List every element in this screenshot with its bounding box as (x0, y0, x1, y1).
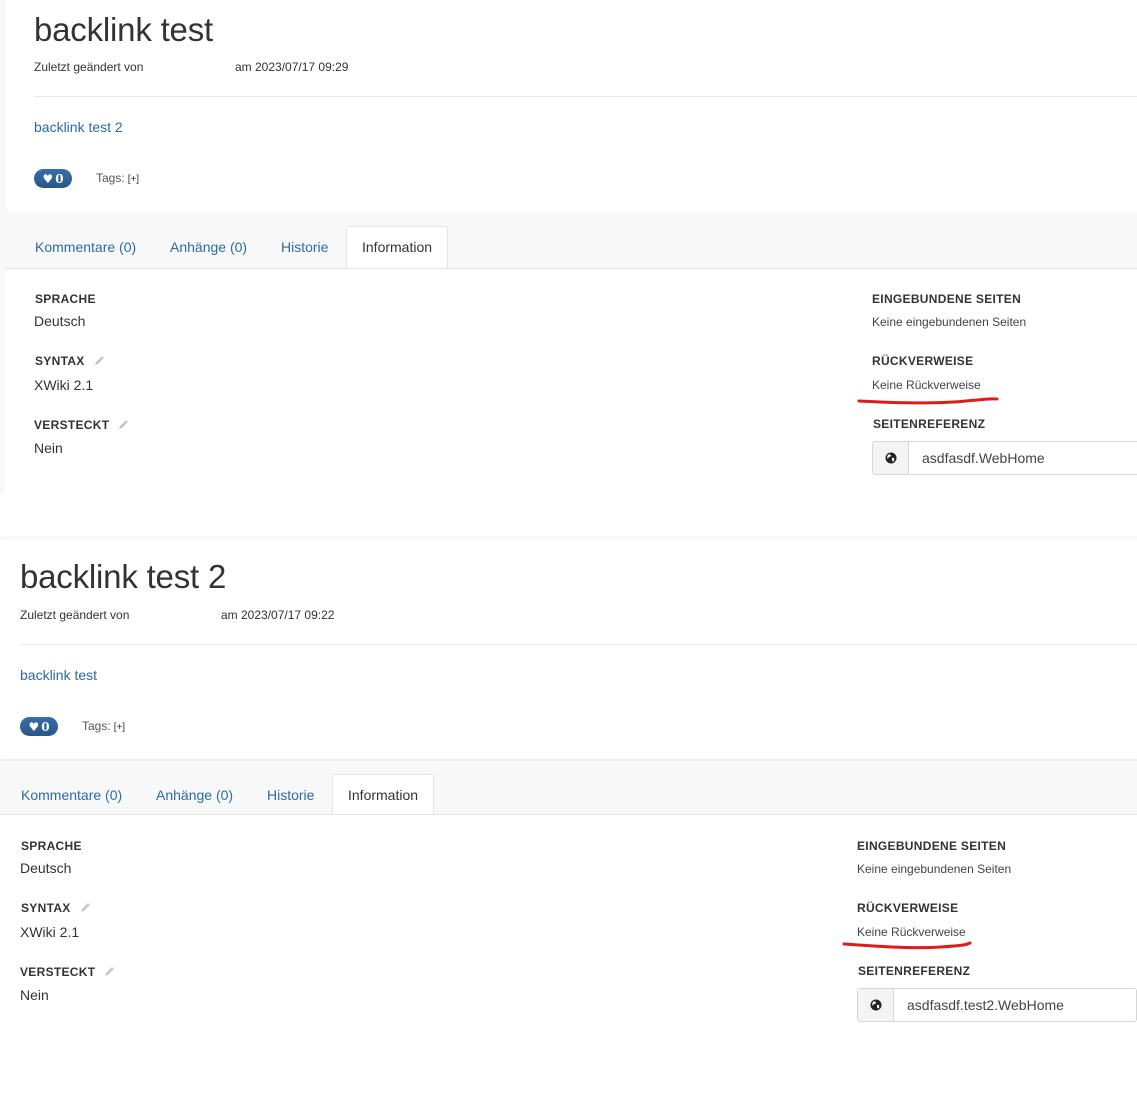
backlinks-value: Keine Rückverweise (872, 378, 981, 392)
last-modified-info: Zuletzt geändert von am 2023/07/17 09:29 (34, 60, 434, 74)
hidden-label: VERSTECKT (20, 965, 115, 979)
page-reference-label-text: SEITENREFERENZ (873, 417, 986, 431)
page-title: backlink test 2 (20, 558, 227, 595)
page-reference-input[interactable] (909, 442, 1137, 474)
language-value: Deutsch (20, 860, 72, 876)
page-reference-label: SEITENREFERENZ (858, 964, 970, 978)
title-divider (20, 644, 1137, 645)
included-pages-label: EINGEBUNDENE SEITEN (857, 839, 1006, 853)
red-annotation-underline (842, 941, 972, 950)
like-button[interactable]: ♥ 0 (34, 169, 72, 188)
add-tag-button[interactable]: [+] (114, 722, 125, 733)
tab-attachments[interactable]: Anhänge (0) (141, 775, 248, 816)
syntax-label-text: SYNTAX (35, 354, 85, 368)
page-reference-input[interactable] (894, 989, 1134, 1021)
backlinks-label: RÜCKVERWEISE (857, 901, 958, 915)
language-label-text: SPRACHE (21, 839, 82, 853)
included-pages-label-text: EINGEBUNDENE SEITEN (857, 839, 1007, 853)
included-pages-value: Keine eingebundenen Seiten (857, 862, 1012, 876)
page-reference-label-text: SEITENREFERENZ (858, 964, 971, 978)
page-reference-field[interactable] (857, 988, 1137, 1022)
pencil-icon[interactable] (79, 902, 91, 914)
last-modified-date: am 2023/07/17 09:29 (235, 60, 349, 74)
reference-addon (873, 442, 909, 474)
page-screenshot-1: backlink test Zuletzt geändert von am 20… (0, 0, 1137, 494)
tab-history[interactable]: Historie (266, 227, 343, 268)
tags-label: Tags: (82, 719, 111, 733)
pencil-icon[interactable] (103, 966, 115, 978)
syntax-value: XWiki 2.1 (20, 924, 80, 940)
backlinks-label-text: RÜCKVERWEISE (857, 901, 959, 915)
red-annotation-underline (857, 397, 999, 405)
hidden-label: VERSTECKT (34, 418, 129, 432)
tab-attachments[interactable]: Anhänge (0) (155, 227, 262, 268)
globe-icon (885, 452, 896, 464)
content-link[interactable]: backlink test 2 (34, 119, 123, 135)
included-pages-value: Keine eingebundenen Seiten (872, 315, 1027, 329)
content-link[interactable]: backlink test (20, 667, 97, 683)
syntax-label: SYNTAX (35, 354, 105, 368)
language-label-text: SPRACHE (35, 292, 96, 306)
backlinks-value: Keine Rückverweise (857, 925, 966, 939)
pencil-icon[interactable] (117, 419, 129, 431)
last-modified-info: Zuletzt geändert von am 2023/07/17 09:22 (20, 608, 420, 622)
page-reference-field[interactable] (872, 441, 1137, 475)
hidden-label-text: VERSTECKT (20, 965, 96, 979)
tags-label: Tags: (96, 171, 125, 185)
hidden-value: Nein (20, 987, 49, 1003)
hidden-value: Nein (34, 440, 63, 456)
language-label: SPRACHE (21, 839, 82, 853)
title-divider (34, 96, 1137, 97)
tags: Tags: [+] (82, 719, 125, 733)
document-tabs: Kommentare (0) Anhänge (0) Historie Info… (0, 211, 1137, 268)
like-button[interactable]: ♥ 0 (20, 717, 58, 736)
page-screenshot-2: backlink test 2 Zuletzt geändert von am … (0, 536, 1137, 1056)
globe-icon (870, 999, 881, 1011)
tab-information[interactable]: Information (346, 226, 449, 268)
tab-comments[interactable]: Kommentare (0) (20, 227, 151, 268)
document-tabs: Kommentare (0) Anhänge (0) Historie Info… (0, 759, 1137, 816)
tab-comments[interactable]: Kommentare (0) (6, 775, 137, 816)
last-modified-label: Zuletzt geändert von (20, 608, 130, 622)
like-count: 0 (55, 171, 64, 186)
tags: Tags: [+] (96, 171, 139, 185)
syntax-label: SYNTAX (21, 901, 91, 915)
last-modified-date: am 2023/07/17 09:22 (221, 608, 335, 622)
tab-information[interactable]: Information (332, 774, 435, 816)
language-value: Deutsch (34, 313, 86, 329)
last-modified-label: Zuletzt geändert von (34, 60, 144, 74)
page-title: backlink test (34, 11, 213, 48)
like-count: 0 (41, 719, 50, 734)
syntax-value: XWiki 2.1 (34, 377, 94, 393)
syntax-label-text: SYNTAX (21, 901, 71, 915)
tab-history[interactable]: Historie (252, 775, 329, 816)
reference-addon (858, 989, 894, 1021)
language-label: SPRACHE (35, 292, 96, 306)
heart-icon: ♥ (42, 171, 54, 186)
pencil-icon[interactable] (93, 355, 105, 367)
hidden-label-text: VERSTECKT (34, 418, 110, 432)
backlinks-label: RÜCKVERWEISE (872, 354, 973, 368)
add-tag-button[interactable]: [+] (128, 174, 139, 185)
backlinks-label-text: RÜCKVERWEISE (872, 354, 974, 368)
included-pages-label-text: EINGEBUNDENE SEITEN (872, 292, 1022, 306)
included-pages-label: EINGEBUNDENE SEITEN (872, 292, 1021, 306)
heart-icon: ♥ (28, 719, 40, 734)
page-reference-label: SEITENREFERENZ (873, 417, 985, 431)
